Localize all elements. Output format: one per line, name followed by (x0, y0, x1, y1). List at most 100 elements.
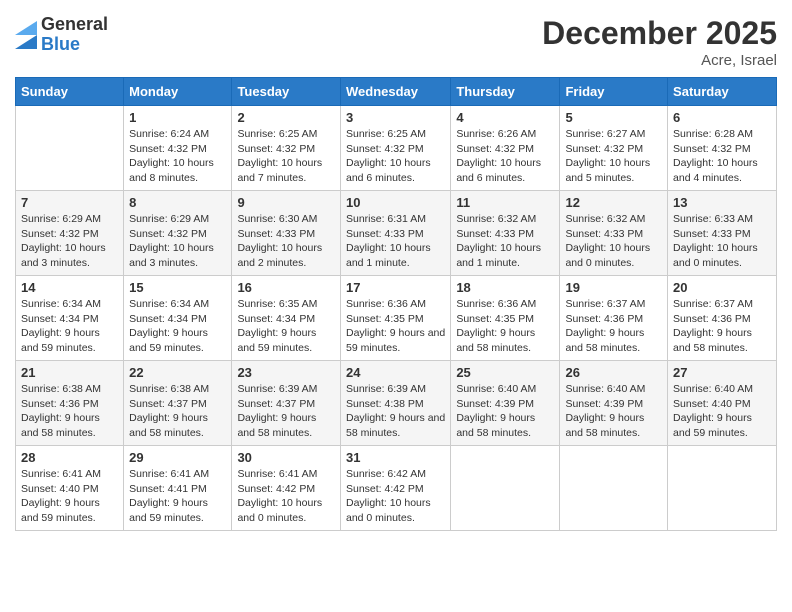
day-number: 12 (565, 195, 662, 210)
table-row: 17Sunrise: 6:36 AMSunset: 4:35 PMDayligh… (340, 276, 450, 361)
table-row: 20 Sunrise: 6:37 AMSunset: 4:36 PMDayligh… (668, 276, 777, 361)
day-info: Sunrise: 6:38 AMSunset: 4:37 PMDaylight:… (129, 382, 226, 441)
table-row: 6Sunrise: 6:28 AMSunset: 4:32 PMDaylight… (668, 106, 777, 191)
day-number: 29 (129, 450, 226, 465)
day-info: Sunrise: 6:28 AMSunset: 4:32 PMDaylight:… (673, 127, 771, 186)
table-row (560, 446, 668, 531)
location: Acre, Israel (542, 52, 777, 69)
table-row: 25 Sunrise: 6:40 AMSunset: 4:39 PMDayligh… (451, 361, 560, 446)
table-row: 22 Sunrise: 6:38 AMSunset: 4:37 PMDayligh… (124, 361, 232, 446)
day-info: Sunrise: 6:37 AMSunset: 4:36 PMDaylight:… (565, 297, 662, 356)
day-number: 1 (129, 110, 226, 125)
day-info: Sunrise: 6:30 AMSunset: 4:33 PMDaylight:… (237, 212, 335, 271)
day-info: Sunrise: 6:34 AMSunset: 4:34 PMDaylight:… (129, 297, 226, 356)
table-row: 19 Sunrise: 6:37 AMSunset: 4:36 PMDayligh… (560, 276, 668, 361)
day-info: Sunrise: 6:26 AMSunset: 4:32 PMDaylight:… (456, 127, 554, 186)
col-saturday: Saturday (668, 78, 777, 106)
day-info: Sunrise: 6:39 AMSunset: 4:37 PMDaylight:… (237, 382, 335, 441)
col-thursday: Thursday (451, 78, 560, 106)
title-area: December 2025 Acre, Israel (542, 15, 777, 69)
table-row (16, 106, 124, 191)
logo-blue: Blue (41, 35, 108, 55)
calendar: Sunday Monday Tuesday Wednesday Thursday… (15, 77, 777, 531)
day-number: 18 (456, 280, 554, 295)
day-number: 15 (129, 280, 226, 295)
col-tuesday: Tuesday (232, 78, 341, 106)
table-row: 18Sunrise: 6:36 AMSunset: 4:35 PMDayligh… (451, 276, 560, 361)
logo-icon (15, 21, 37, 49)
table-row: 12 Sunrise: 6:32 AMSunset: 4:33 PMDayligh… (560, 191, 668, 276)
day-info: Sunrise: 6:32 AMSunset: 4:33 PMDaylight:… (456, 212, 554, 271)
table-row: 13Sunrise: 6:33 AMSunset: 4:33 PMDayligh… (668, 191, 777, 276)
table-row: 8Sunrise: 6:29 AMSunset: 4:32 PMDaylight… (124, 191, 232, 276)
day-info: Sunrise: 6:24 AMSunset: 4:32 PMDaylight:… (129, 127, 226, 186)
calendar-week-row: 14Sunrise: 6:34 AMSunset: 4:34 PMDayligh… (16, 276, 777, 361)
table-row: 21Sunrise: 6:38 AMSunset: 4:36 PMDayligh… (16, 361, 124, 446)
day-number: 7 (21, 195, 118, 210)
table-row: 27Sunrise: 6:40 AMSunset: 4:40 PMDayligh… (668, 361, 777, 446)
table-row: 3 Sunrise: 6:25 AMSunset: 4:32 PMDaylight… (340, 106, 450, 191)
col-wednesday: Wednesday (340, 78, 450, 106)
day-info: Sunrise: 6:40 AMSunset: 4:39 PMDaylight:… (456, 382, 554, 441)
table-row: 7 Sunrise: 6:29 AMSunset: 4:32 PMDaylight… (16, 191, 124, 276)
day-number: 30 (237, 450, 335, 465)
day-number: 20 (673, 280, 771, 295)
day-info: Sunrise: 6:31 AMSunset: 4:33 PMDaylight:… (346, 212, 445, 271)
calendar-week-row: 1 Sunrise: 6:24 AMSunset: 4:32 PMDaylight… (16, 106, 777, 191)
day-number: 13 (673, 195, 771, 210)
day-number: 3 (346, 110, 445, 125)
page: General Blue December 2025 Acre, Israel … (0, 0, 792, 612)
table-row: 16Sunrise: 6:35 AMSunset: 4:34 PMDayligh… (232, 276, 341, 361)
day-number: 8 (129, 195, 226, 210)
table-row: 28Sunrise: 6:41 AMSunset: 4:40 PMDayligh… (16, 446, 124, 531)
header: General Blue December 2025 Acre, Israel (15, 15, 777, 69)
table-row: 31 Sunrise: 6:42 AMSunset: 4:42 PMDayligh… (340, 446, 450, 531)
day-number: 25 (456, 365, 554, 380)
day-info: Sunrise: 6:42 AMSunset: 4:42 PMDaylight:… (346, 467, 445, 526)
table-row: 14Sunrise: 6:34 AMSunset: 4:34 PMDayligh… (16, 276, 124, 361)
calendar-week-row: 21Sunrise: 6:38 AMSunset: 4:36 PMDayligh… (16, 361, 777, 446)
day-number: 23 (237, 365, 335, 380)
table-row: 9 Sunrise: 6:30 AMSunset: 4:33 PMDaylight… (232, 191, 341, 276)
calendar-header-row: Sunday Monday Tuesday Wednesday Thursday… (16, 78, 777, 106)
table-row: 10 Sunrise: 6:31 AMSunset: 4:33 PMDayligh… (340, 191, 450, 276)
day-number: 10 (346, 195, 445, 210)
table-row: 26Sunrise: 6:40 AMSunset: 4:39 PMDayligh… (560, 361, 668, 446)
table-row: 30 Sunrise: 6:41 AMSunset: 4:42 PMDayligh… (232, 446, 341, 531)
day-info: Sunrise: 6:41 AMSunset: 4:42 PMDaylight:… (237, 467, 335, 526)
table-row: 15 Sunrise: 6:34 AMSunset: 4:34 PMDayligh… (124, 276, 232, 361)
month-title: December 2025 (542, 15, 777, 52)
day-info: Sunrise: 6:25 AMSunset: 4:32 PMDaylight:… (346, 127, 445, 186)
day-number: 9 (237, 195, 335, 210)
table-row: 5 Sunrise: 6:27 AMSunset: 4:32 PMDaylight… (560, 106, 668, 191)
day-number: 19 (565, 280, 662, 295)
calendar-week-row: 28Sunrise: 6:41 AMSunset: 4:40 PMDayligh… (16, 446, 777, 531)
logo: General Blue (15, 15, 108, 55)
day-info: Sunrise: 6:34 AMSunset: 4:34 PMDaylight:… (21, 297, 118, 356)
day-info: Sunrise: 6:40 AMSunset: 4:39 PMDaylight:… (565, 382, 662, 441)
day-info: Sunrise: 6:41 AMSunset: 4:40 PMDaylight:… (21, 467, 118, 526)
day-number: 31 (346, 450, 445, 465)
calendar-week-row: 7 Sunrise: 6:29 AMSunset: 4:32 PMDaylight… (16, 191, 777, 276)
table-row (668, 446, 777, 531)
col-sunday: Sunday (16, 78, 124, 106)
table-row: 29Sunrise: 6:41 AMSunset: 4:41 PMDayligh… (124, 446, 232, 531)
day-number: 4 (456, 110, 554, 125)
table-row: 1 Sunrise: 6:24 AMSunset: 4:32 PMDaylight… (124, 106, 232, 191)
day-info: Sunrise: 6:40 AMSunset: 4:40 PMDaylight:… (673, 382, 771, 441)
day-info: Sunrise: 6:32 AMSunset: 4:33 PMDaylight:… (565, 212, 662, 271)
day-number: 2 (237, 110, 335, 125)
day-number: 5 (565, 110, 662, 125)
table-row: 4 Sunrise: 6:26 AMSunset: 4:32 PMDaylight… (451, 106, 560, 191)
day-info: Sunrise: 6:29 AMSunset: 4:32 PMDaylight:… (21, 212, 118, 271)
day-info: Sunrise: 6:27 AMSunset: 4:32 PMDaylight:… (565, 127, 662, 186)
day-number: 16 (237, 280, 335, 295)
day-info: Sunrise: 6:38 AMSunset: 4:36 PMDaylight:… (21, 382, 118, 441)
table-row (451, 446, 560, 531)
table-row: 11Sunrise: 6:32 AMSunset: 4:33 PMDayligh… (451, 191, 560, 276)
table-row: 23 Sunrise: 6:39 AMSunset: 4:37 PMDayligh… (232, 361, 341, 446)
table-row: 24Sunrise: 6:39 AMSunset: 4:38 PMDayligh… (340, 361, 450, 446)
day-info: Sunrise: 6:37 AMSunset: 4:36 PMDaylight:… (673, 297, 771, 356)
day-number: 22 (129, 365, 226, 380)
day-info: Sunrise: 6:36 AMSunset: 4:35 PMDaylight:… (346, 297, 445, 356)
